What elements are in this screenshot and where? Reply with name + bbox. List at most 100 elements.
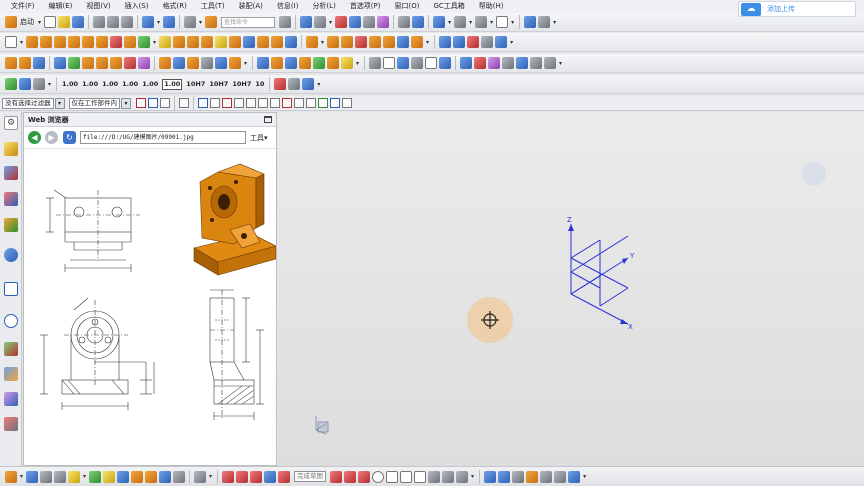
thread-icon[interactable]: [96, 57, 108, 69]
datum-axis-icon[interactable]: [159, 36, 172, 48]
pmi-icon[interactable]: [397, 57, 410, 69]
snap-arc-icon[interactable]: [258, 98, 268, 108]
sweep-icon[interactable]: [159, 57, 171, 69]
chevron-down-icon[interactable]: ▾: [553, 19, 556, 26]
chevron-down-icon[interactable]: ▾: [199, 19, 202, 26]
tools-menu[interactable]: 工具▾: [250, 133, 268, 143]
sketch-rectangle-icon[interactable]: [414, 470, 427, 483]
studio-spline-icon[interactable]: [330, 470, 343, 483]
type-filter-select[interactable]: 没有选择过滤器: [2, 97, 54, 109]
chevron-down-icon[interactable]: ▾: [48, 81, 51, 88]
cut-icon[interactable]: [93, 16, 106, 28]
assembly-navigator-icon[interactable]: [4, 142, 18, 156]
constraint-navigator-icon[interactable]: [4, 166, 18, 180]
edge-blend-icon[interactable]: [215, 36, 228, 48]
snap-face-icon[interactable]: [330, 98, 340, 108]
scale-body-icon[interactable]: [411, 36, 424, 48]
hd3d-tools-icon[interactable]: [4, 248, 18, 262]
copy-icon[interactable]: [107, 16, 120, 28]
mirror-curve-icon[interactable]: [512, 470, 525, 483]
dimension-format-button-2[interactable]: 1.00: [82, 80, 98, 88]
note-icon[interactable]: [425, 57, 438, 69]
menu-help[interactable]: 帮助(H): [472, 0, 511, 13]
chevron-down-icon[interactable]: ▾: [209, 473, 212, 480]
orient-to-sketch-icon[interactable]: [54, 470, 67, 483]
check-geometry-icon[interactable]: [299, 57, 312, 69]
constraint-icon[interactable]: [145, 470, 158, 483]
shaded-view-icon[interactable]: [454, 16, 467, 28]
bridge-curve-icon[interactable]: [516, 57, 529, 69]
emboss-icon[interactable]: [110, 57, 122, 69]
quick-trim-icon[interactable]: [400, 470, 413, 483]
reattach-icon[interactable]: [68, 470, 81, 483]
rotate-icon[interactable]: [302, 78, 315, 90]
measure-distance-icon[interactable]: [398, 16, 411, 28]
draft-icon[interactable]: [257, 36, 270, 48]
save-icon[interactable]: [72, 16, 85, 28]
project-curve-sketch-icon[interactable]: [568, 470, 581, 483]
zoom-view-icon[interactable]: [377, 16, 390, 28]
study-icon[interactable]: [271, 57, 284, 69]
through-curves-icon[interactable]: [467, 36, 480, 48]
chevron-down-icon[interactable]: ▾: [490, 19, 493, 26]
part-navigator-icon[interactable]: [4, 192, 18, 206]
label-icon[interactable]: [124, 57, 136, 69]
chevron-down-icon[interactable]: ▾: [329, 19, 332, 26]
sew-icon[interactable]: [201, 57, 213, 69]
chevron-down-icon[interactable]: ▾: [510, 39, 513, 46]
paste-icon[interactable]: [121, 16, 134, 28]
boss-icon[interactable]: [68, 36, 81, 48]
slot-icon[interactable]: [110, 36, 123, 48]
extract-geometry-icon[interactable]: [187, 57, 199, 69]
polygon-icon[interactable]: [278, 470, 291, 483]
annotation-icon[interactable]: [411, 57, 424, 69]
replace-face-icon[interactable]: [355, 36, 368, 48]
menu-insert[interactable]: 插入(S): [118, 0, 156, 13]
update-model-icon[interactable]: [89, 470, 102, 483]
pocket-icon[interactable]: [82, 36, 95, 48]
orient-view-icon[interactable]: [524, 16, 537, 28]
thicken-icon[interactable]: [397, 36, 410, 48]
conic-icon[interactable]: [358, 470, 371, 483]
sketch-arc-icon[interactable]: [386, 470, 399, 483]
snap-line-icon[interactable]: [234, 98, 244, 108]
chevron-down-icon[interactable]: ▾: [54, 97, 65, 109]
measure-angle-icon[interactable]: [412, 16, 425, 28]
offset-icon[interactable]: [442, 470, 455, 483]
surface-finish-icon[interactable]: [439, 57, 452, 69]
tools-icon[interactable]: [205, 16, 218, 28]
web-browser-icon[interactable]: [4, 282, 18, 296]
profile-icon[interactable]: [222, 470, 235, 483]
cone-icon[interactable]: [33, 57, 45, 69]
rectangle-select-icon[interactable]: [179, 98, 189, 108]
cylinder-icon[interactable]: [19, 57, 31, 69]
snap-existing-point-icon[interactable]: [318, 98, 328, 108]
line-icon[interactable]: [236, 470, 249, 483]
offset-face-icon[interactable]: [341, 36, 354, 48]
snap-control-icon[interactable]: [222, 98, 232, 108]
rib-icon[interactable]: [82, 57, 94, 69]
revolve-icon[interactable]: [40, 36, 53, 48]
redo-icon[interactable]: [163, 16, 176, 28]
auto-constraint-icon[interactable]: [159, 470, 172, 483]
extrude-icon[interactable]: [26, 36, 39, 48]
offset-region-icon[interactable]: [327, 57, 340, 69]
finish-sketch-icon[interactable]: [26, 470, 39, 483]
snap-center-icon[interactable]: [270, 98, 280, 108]
add-existing-curves-icon[interactable]: [554, 470, 567, 483]
quick-extend-icon[interactable]: [456, 470, 469, 483]
open-folder-icon[interactable]: [58, 16, 71, 28]
menu-format[interactable]: 格式(R): [156, 0, 194, 13]
dimension-format-button-6[interactable]: 1.00: [162, 78, 183, 90]
sketch-style-icon[interactable]: [131, 470, 144, 483]
select-all-icon[interactable]: [136, 98, 146, 108]
no-symbol-icon[interactable]: [274, 78, 287, 90]
intersect-icon[interactable]: [201, 36, 214, 48]
menu-assembly[interactable]: 装配(A): [232, 0, 270, 13]
variational-sweep-icon[interactable]: [173, 57, 185, 69]
pattern-curve-icon[interactable]: [526, 470, 539, 483]
chevron-down-icon[interactable]: ▾: [121, 97, 131, 109]
chevron-down-icon[interactable]: ▾: [356, 60, 359, 67]
new-file-icon[interactable]: [44, 16, 57, 28]
menu-analysis[interactable]: 分析(L): [305, 0, 342, 13]
